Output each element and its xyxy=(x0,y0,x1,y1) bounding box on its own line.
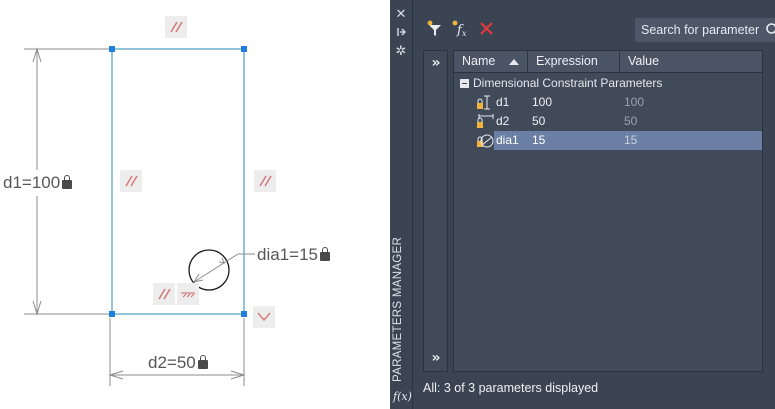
lock-icon xyxy=(319,246,330,261)
parameter-expression[interactable]: 100 xyxy=(532,95,552,109)
parameter-expression[interactable]: 15 xyxy=(532,133,545,147)
parameter-name[interactable]: dia1 xyxy=(496,133,519,147)
dimension-dia1-text: dia1=15 xyxy=(257,245,318,264)
dimension-dia1-label[interactable]: dia1=15 xyxy=(257,245,330,265)
dimension-d2-label[interactable]: d2=50 xyxy=(148,353,208,373)
status-bar-text: All: 3 of 3 parameters displayed xyxy=(423,381,599,395)
properties-gear-icon[interactable]: ✲ xyxy=(390,43,412,59)
palette-title-bar[interactable]: ✕ ✲ PARAMETERS MANAGER f(x) xyxy=(390,0,413,409)
expand-filter-tree-bottom-icon[interactable]: » xyxy=(428,351,444,365)
search-input[interactable] xyxy=(635,18,761,42)
pin-glyph xyxy=(397,28,406,36)
auto-hide-icon[interactable] xyxy=(390,24,412,40)
parameter-name[interactable]: d1 xyxy=(496,95,509,109)
palette-title: PARAMETERS MANAGER xyxy=(392,236,404,382)
column-value-label: Value xyxy=(628,54,660,68)
column-header-name[interactable]: Name xyxy=(454,51,528,72)
parameter-row-d2[interactable]: d2 50 50 xyxy=(454,112,762,131)
svg-text:x: x xyxy=(462,29,467,38)
filter-tree-panel: » » xyxy=(423,50,448,372)
close-icon[interactable]: ✕ xyxy=(390,6,412,22)
horizontal-dimension-lock-icon xyxy=(477,114,494,128)
fx-icon: f(x) xyxy=(393,390,412,403)
collapse-group-icon[interactable] xyxy=(460,79,469,88)
column-expression-label: Expression xyxy=(536,54,598,68)
sort-ascending-icon xyxy=(509,59,519,65)
parameter-value: 100 xyxy=(624,95,645,109)
parameter-row-dia1[interactable]: dia1 15 15 xyxy=(454,131,762,150)
diameter-dimension-lock-icon xyxy=(477,134,494,148)
parameter-expression[interactable]: 50 xyxy=(532,114,545,128)
search-box[interactable] xyxy=(635,18,775,42)
dimension-d2-lines xyxy=(108,318,246,386)
parameter-value: 15 xyxy=(624,133,638,147)
search-icon[interactable] xyxy=(765,22,775,38)
lock-icon xyxy=(62,174,73,189)
parameter-row-d1[interactable]: d1 100 100 xyxy=(454,93,762,112)
group-label: Dimensional Constraint Parameters xyxy=(473,76,663,90)
grid-header: Name Expression Value xyxy=(454,51,762,73)
dimension-d2-text: d2=50 xyxy=(148,353,196,372)
parameter-name[interactable]: d2 xyxy=(496,114,509,128)
constraint-geometry xyxy=(24,46,255,386)
parameters-manager-palette: ✕ ✲ PARAMETERS MANAGER f(x) fx » » xyxy=(390,0,775,409)
delete-parameter-icon[interactable] xyxy=(476,18,498,40)
parallel-constraint-icon[interactable] xyxy=(153,283,175,305)
perpendicular-constraint-icon[interactable] xyxy=(253,306,275,328)
parameter-value: 50 xyxy=(624,114,638,128)
filter-icon[interactable] xyxy=(424,18,446,40)
expand-filter-tree-icon[interactable]: » xyxy=(428,56,444,70)
vertical-dimension-lock-icon xyxy=(477,95,490,110)
drawing-canvas[interactable]: d1=100 d2=50 dia1=15 xyxy=(0,0,388,409)
parallel-constraint-icon[interactable] xyxy=(254,170,276,192)
parallel-constraint-icon[interactable] xyxy=(120,170,142,192)
horizontal-constraint-icon[interactable] xyxy=(177,283,199,305)
group-row-dimensional[interactable]: Dimensional Constraint Parameters xyxy=(454,74,762,93)
lock-icon xyxy=(197,354,208,369)
dimension-d1-label[interactable]: d1=100 xyxy=(3,173,73,193)
column-header-value[interactable]: Value xyxy=(620,51,762,72)
column-name-label: Name xyxy=(462,54,496,68)
parameters-grid: Name Expression Value Dimensional Constr… xyxy=(453,50,763,372)
palette-content: fx » » Name Expression xyxy=(413,0,775,409)
dimension-d1-text: d1=100 xyxy=(3,173,61,192)
column-header-expression[interactable]: Expression xyxy=(528,51,620,72)
parallel-constraint-icon[interactable] xyxy=(165,16,187,38)
new-user-parameter-icon[interactable]: fx xyxy=(450,18,472,40)
